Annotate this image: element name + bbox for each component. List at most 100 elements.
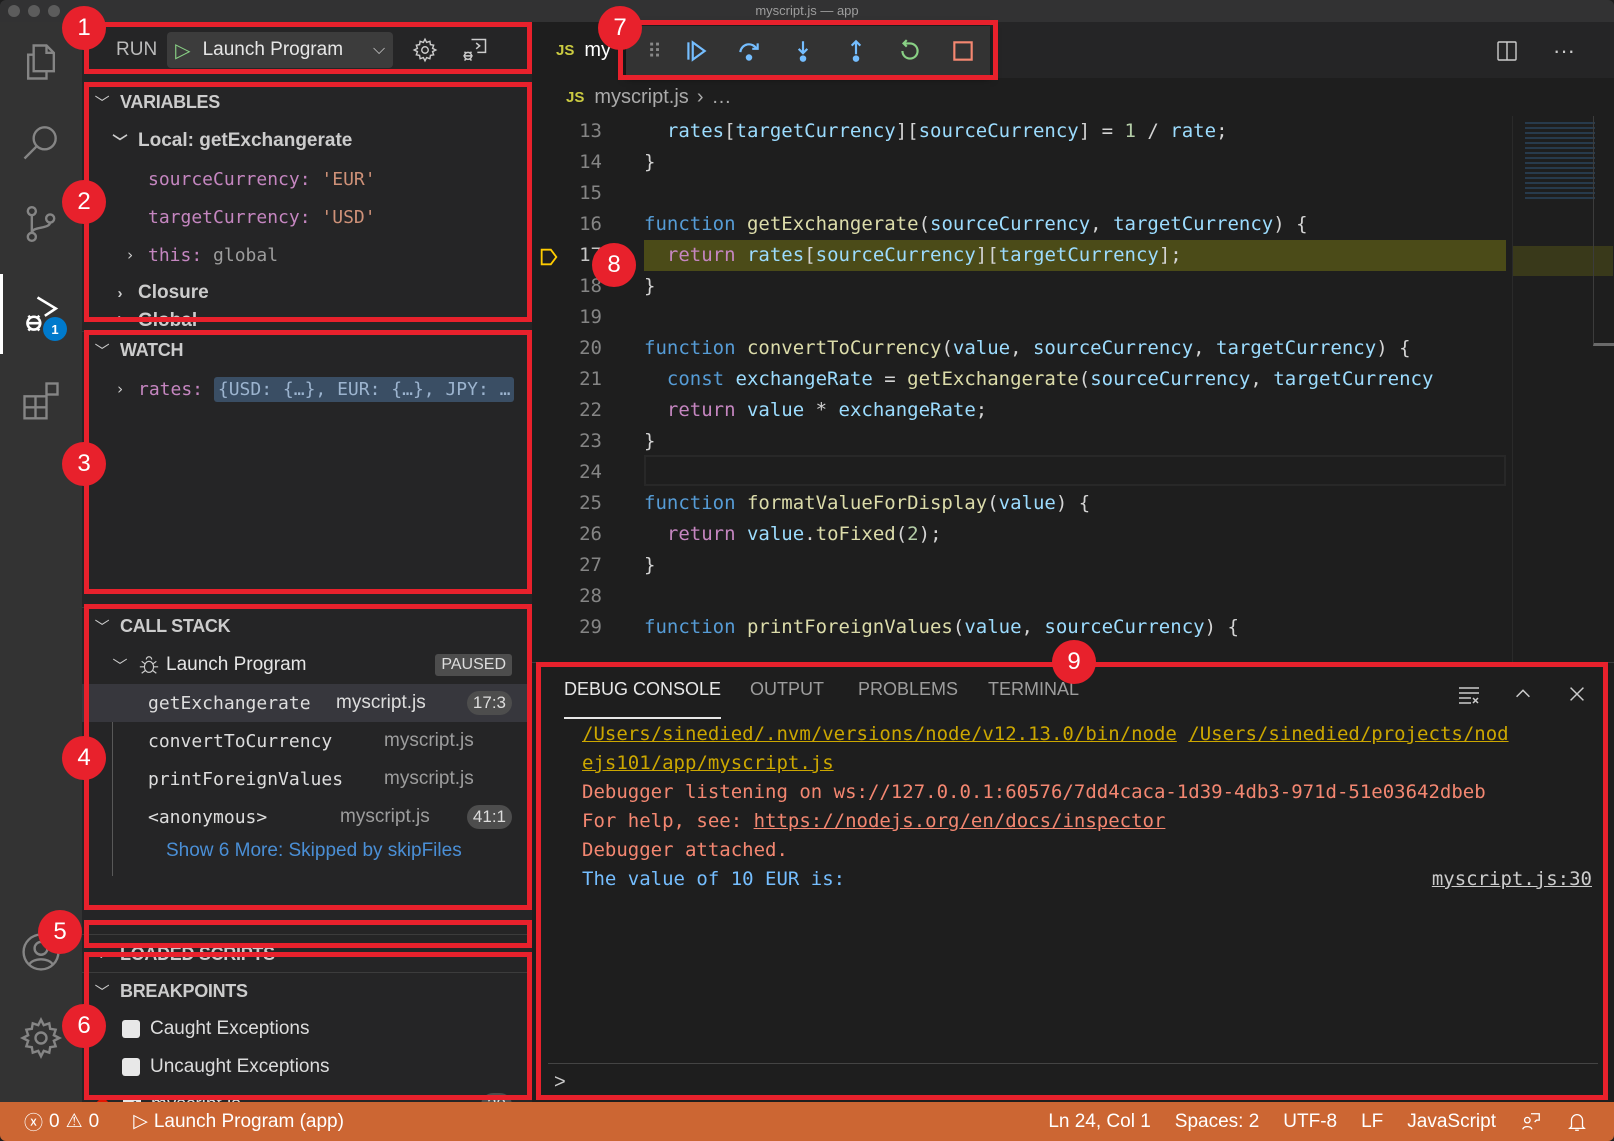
line-number[interactable]: 20 xyxy=(532,337,602,359)
line-number[interactable]: 25 xyxy=(532,492,602,514)
tab-output[interactable]: OUTPUT xyxy=(750,679,824,719)
indentation[interactable]: Spaces: 2 xyxy=(1175,1111,1260,1133)
open-launch-json-button[interactable] xyxy=(407,32,443,68)
breakpoint-row[interactable]: Uncaught Exceptions xyxy=(82,1048,532,1086)
call-stack-section-header[interactable]: ﹀ CALL STACK xyxy=(82,608,532,644)
launch-config-dropdown[interactable]: ▷ Launch Program ⌵ xyxy=(167,32,394,68)
console-source-link[interactable]: myscript.js:30 xyxy=(1432,868,1592,890)
show-more-frames-link[interactable]: Show 6 More: Skipped by skipFiles xyxy=(82,832,532,870)
line-number[interactable]: 28 xyxy=(532,585,602,607)
code-line[interactable]: return rates[sourceCurrency][targetCurre… xyxy=(644,244,1182,266)
variables-scope-global[interactable]: › Global xyxy=(82,310,532,330)
variable-row[interactable]: sourceCurrency: 'EUR' xyxy=(82,160,532,198)
start-debugging-icon[interactable]: ▷ xyxy=(175,38,190,63)
tab-debug-console[interactable]: DEBUG CONSOLE xyxy=(564,679,722,719)
console-link[interactable]: ejs101/app/myscript.js xyxy=(582,752,834,774)
code-line[interactable]: function printForeignValues(value, sourc… xyxy=(644,616,1239,638)
code-line[interactable]: } xyxy=(644,430,655,452)
loaded-scripts-section-header[interactable]: › LOADED SCRIPTS xyxy=(82,936,532,972)
line-endings[interactable]: LF xyxy=(1361,1111,1383,1133)
more-actions-button[interactable]: ··· xyxy=(1546,36,1582,66)
line-number[interactable]: 21 xyxy=(532,368,602,390)
annotation-marker: 3 xyxy=(62,442,106,486)
line-number[interactable]: 16 xyxy=(532,213,602,235)
problems-status[interactable]: ⓧ 0 ⚠ 0 xyxy=(24,1108,99,1135)
drag-handle[interactable]: ⠿ xyxy=(640,29,669,73)
variables-section-header[interactable]: ﹀ VARIABLES xyxy=(82,84,532,120)
launch-status[interactable]: ▷ Launch Program (app) xyxy=(133,1110,344,1133)
variable-row[interactable]: › this: global xyxy=(82,236,532,274)
debug-console-button[interactable] xyxy=(457,32,493,68)
stack-frame-row[interactable]: convertToCurrency myscript.js xyxy=(82,722,532,760)
close-window-button[interactable] xyxy=(8,5,20,17)
code-line[interactable]: return value.toFixed(2); xyxy=(644,523,942,545)
minimap[interactable] xyxy=(1512,116,1614,662)
step-into-button[interactable] xyxy=(776,29,829,73)
minimize-window-button[interactable] xyxy=(28,5,40,17)
variables-scope-closure[interactable]: › Closure xyxy=(82,274,532,312)
watch-expression-row[interactable]: › rates: {USD: {…}, EUR: {…}, JPY: … xyxy=(82,370,532,408)
stop-button[interactable] xyxy=(937,29,990,73)
code-line[interactable]: return value * exchangeRate; xyxy=(644,399,987,421)
code-line[interactable]: function convertToCurrency(value, source… xyxy=(644,337,1411,359)
maximize-window-button[interactable] xyxy=(48,5,60,17)
continue-button[interactable] xyxy=(669,29,722,73)
code-view[interactable]: 13 rates[targetCurrency][sourceCurrency]… xyxy=(532,116,1512,662)
code-line[interactable]: rates[targetCurrency][sourceCurrency] = … xyxy=(644,120,1228,142)
close-panel-button[interactable] xyxy=(1562,679,1592,709)
split-editor-button[interactable] xyxy=(1492,36,1522,66)
breadcrumb-symbol[interactable]: … xyxy=(711,86,731,109)
code-line[interactable]: } xyxy=(644,275,655,297)
caught-exceptions-checkbox[interactable] xyxy=(122,1020,140,1038)
watch-section-header[interactable]: ﹀ WATCH xyxy=(82,332,532,368)
inspector-docs-link[interactable]: https://nodejs.org/en/docs/inspector xyxy=(754,810,1166,832)
activity-search[interactable] xyxy=(0,102,82,182)
clear-console-button[interactable] xyxy=(1454,679,1484,709)
encoding[interactable]: UTF-8 xyxy=(1283,1111,1337,1133)
line-number[interactable]: 18 xyxy=(532,275,602,297)
code-line[interactable]: } xyxy=(644,151,655,173)
console-link[interactable]: /Users/sinedied/.nvm/versions/node/v12.1… xyxy=(582,723,1177,745)
step-out-button[interactable] xyxy=(830,29,883,73)
breadcrumb-file[interactable]: myscript.js xyxy=(594,86,688,109)
stack-frame-row[interactable]: printForeignValues myscript.js xyxy=(82,760,532,798)
line-number[interactable]: 22 xyxy=(532,399,602,421)
code-line[interactable]: function formatValueForDisplay(value) { xyxy=(644,492,1090,514)
restart-button[interactable] xyxy=(883,29,936,73)
scrollbar-thumb[interactable] xyxy=(1593,116,1614,346)
activity-run-debug[interactable]: 1 xyxy=(0,274,82,354)
line-number[interactable]: 27 xyxy=(532,554,602,576)
code-line[interactable]: } xyxy=(644,554,655,576)
line-number[interactable]: 23 xyxy=(532,430,602,452)
breakpoints-section-header[interactable]: ﹀ BREAKPOINTS xyxy=(82,973,532,1009)
console-link[interactable]: /Users/sinedied/projects/nod xyxy=(1188,723,1508,745)
notifications-button[interactable] xyxy=(1566,1111,1588,1133)
annotation-marker: 6 xyxy=(62,1004,106,1048)
variables-scope-local[interactable]: ﹀ Local: getExchangerate xyxy=(82,122,532,160)
editor-area: JS my ··· JS myscript.js › … 13 rates[ta… xyxy=(532,22,1614,662)
line-number[interactable]: 29 xyxy=(532,616,602,638)
tab-terminal[interactable]: TERMINAL xyxy=(988,679,1079,719)
code-line[interactable]: const exchangeRate = getExchangerate(sou… xyxy=(644,368,1434,390)
activity-extensions[interactable] xyxy=(0,360,82,440)
maximize-panel-button[interactable] xyxy=(1508,679,1538,709)
debug-session-row[interactable]: ﹀ Launch Program PAUSED xyxy=(82,646,532,684)
line-number[interactable]: 15 xyxy=(532,182,602,204)
tab-problems[interactable]: PROBLEMS xyxy=(858,679,958,719)
feedback-button[interactable] xyxy=(1520,1111,1542,1133)
stack-frame-row[interactable]: <anonymous> myscript.js 41:1 xyxy=(82,798,532,836)
uncaught-exceptions-checkbox[interactable] xyxy=(122,1058,140,1076)
code-line[interactable]: function getExchangerate(sourceCurrency,… xyxy=(644,213,1308,235)
line-number[interactable]: 13 xyxy=(532,120,602,142)
cursor-position[interactable]: Ln 24, Col 1 xyxy=(1048,1111,1150,1133)
breakpoint-row[interactable]: Caught Exceptions xyxy=(82,1010,532,1048)
line-number[interactable]: 19 xyxy=(532,306,602,328)
stack-frame-row[interactable]: getExchangerate myscript.js 17:3 xyxy=(82,684,532,722)
step-over-button[interactable] xyxy=(723,29,776,73)
line-number[interactable]: 24 xyxy=(532,461,602,483)
line-number[interactable]: 26 xyxy=(532,523,602,545)
console-input[interactable]: > xyxy=(548,1067,1598,1097)
variable-row[interactable]: targetCurrency: 'USD' xyxy=(82,198,532,236)
language-mode[interactable]: JavaScript xyxy=(1407,1111,1496,1133)
line-number[interactable]: 14 xyxy=(532,151,602,173)
